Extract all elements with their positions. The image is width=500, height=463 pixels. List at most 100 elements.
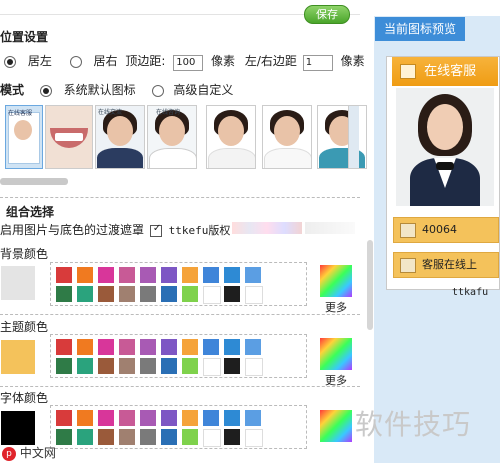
bg-color-swatch[interactable]	[56, 286, 72, 302]
theme-color-swatch[interactable]	[56, 339, 72, 355]
mode-default-radio[interactable]	[39, 84, 52, 97]
theme-color-swatch[interactable]	[77, 339, 93, 355]
bg-color-swatch[interactable]	[98, 267, 114, 283]
font-color-swatch[interactable]	[98, 429, 114, 445]
preview-bar-phone[interactable]: 40064	[393, 217, 499, 243]
mode-custom-label: 高级自定义	[173, 83, 234, 97]
font-color-swatch[interactable]	[224, 410, 240, 426]
bg-more-colors[interactable]	[320, 265, 352, 297]
preview-bar-service[interactable]: 客服在线上	[393, 252, 499, 278]
bg-color-swatch[interactable]	[224, 286, 240, 302]
bg-color-swatch[interactable]	[140, 286, 156, 302]
thumb-4[interactable]: 在线咨询	[147, 105, 197, 169]
theme-color-swatch[interactable]	[203, 358, 221, 376]
bg-color-swatch[interactable]	[161, 286, 177, 302]
thumb-2[interactable]	[45, 105, 93, 169]
font-color-swatch[interactable]	[203, 429, 221, 447]
font-color-swatch[interactable]	[56, 429, 72, 445]
bg-color-swatch[interactable]	[182, 286, 198, 302]
theme-color-palette	[50, 334, 307, 378]
font-color-swatch[interactable]	[140, 429, 156, 445]
bg-color-swatch[interactable]	[77, 267, 93, 283]
font-color-label: 字体颜色	[0, 391, 49, 405]
theme-color-swatch[interactable]	[140, 358, 156, 374]
thumbnails-scrollbar[interactable]	[0, 178, 68, 185]
thumb-6[interactable]	[262, 105, 312, 169]
font-more-colors[interactable]	[320, 410, 352, 442]
font-color-swatch[interactable]	[98, 410, 114, 426]
bg-color-swatch[interactable]	[98, 286, 114, 302]
lr-margin-input[interactable]: 1	[302, 55, 333, 71]
font-color-swatch[interactable]	[119, 429, 135, 445]
font-color-swatch[interactable]	[140, 410, 156, 426]
bg-color-swatch[interactable]	[203, 267, 219, 283]
thumb-3[interactable]: 在线交流	[95, 105, 145, 169]
font-color-swatch[interactable]	[161, 429, 177, 445]
bg-color-swatch[interactable]	[119, 267, 135, 283]
theme-color-swatch[interactable]	[98, 358, 114, 374]
theme-color-swatch[interactable]	[203, 339, 219, 355]
theme-color-swatch[interactable]	[182, 339, 198, 355]
font-color-current[interactable]	[1, 411, 35, 445]
thumb-5[interactable]	[206, 105, 256, 169]
font-color-swatch[interactable]	[77, 429, 93, 445]
logo-text: 中文网	[19, 446, 56, 460]
bg-color-swatch[interactable]	[161, 267, 177, 283]
top-margin-input[interactable]: 100	[173, 55, 204, 71]
font-color-swatch[interactable]	[56, 410, 72, 426]
font-color-swatch[interactable]	[182, 429, 198, 445]
theme-color-swatch[interactable]	[140, 339, 156, 355]
bg-color-swatch[interactable]	[224, 267, 240, 283]
theme-color-swatch[interactable]	[224, 339, 240, 355]
vertical-scrollbar[interactable]	[367, 240, 373, 330]
font-color-swatch[interactable]	[245, 429, 263, 447]
color-gradient-strip-end	[305, 222, 355, 234]
bg-color-swatch[interactable]	[182, 267, 198, 283]
preview-brand: ttkafu	[452, 287, 489, 298]
save-button[interactable]: 保存	[304, 5, 350, 24]
font-color-swatch[interactable]	[182, 410, 198, 426]
font-color-swatch[interactable]	[203, 410, 219, 426]
theme-color-swatch[interactable]	[119, 358, 135, 374]
thumb-1[interactable]: 在线客服	[5, 105, 43, 169]
font-color-swatch[interactable]	[161, 410, 177, 426]
bg-color-swatch[interactable]	[245, 286, 263, 304]
font-color-swatch[interactable]	[77, 410, 93, 426]
font-color-swatch[interactable]	[245, 410, 261, 426]
theme-more-colors[interactable]	[320, 338, 352, 370]
font-color-swatch[interactable]	[119, 410, 135, 426]
theme-color-swatch[interactable]	[245, 339, 261, 355]
checkmark-icon: ✓	[152, 222, 162, 234]
bg-color-swatch[interactable]	[56, 267, 72, 283]
theme-color-current[interactable]	[1, 340, 35, 374]
bg-color-swatch[interactable]	[203, 286, 221, 304]
theme-color-swatch[interactable]	[245, 358, 263, 376]
position-section-title: 位置设置	[0, 30, 49, 44]
theme-color-swatch[interactable]	[77, 358, 93, 374]
top-margin-label: 顶边距:	[125, 54, 166, 68]
theme-color-swatch[interactable]	[161, 358, 177, 374]
bg-color-swatch[interactable]	[77, 286, 93, 302]
preview-bar-phone-label: 40064	[422, 223, 457, 236]
font-color-swatch[interactable]	[224, 429, 240, 445]
brand-checkbox[interactable]: ✓	[149, 222, 162, 237]
bg-more-label[interactable]: 更多	[325, 299, 347, 315]
theme-color-swatch[interactable]	[182, 358, 198, 374]
radio-right[interactable]	[69, 55, 82, 68]
bg-color-swatch[interactable]	[140, 267, 156, 283]
theme-color-swatch[interactable]	[161, 339, 177, 355]
bg-color-current[interactable]	[1, 266, 35, 300]
theme-color-swatch[interactable]	[119, 339, 135, 355]
bg-color-swatch[interactable]	[245, 267, 261, 283]
bg-color-palette	[50, 262, 307, 306]
thumb-7[interactable]	[317, 105, 367, 169]
mode-default-label: 系统默认图标	[63, 83, 136, 97]
bg-color-swatch[interactable]	[119, 286, 135, 302]
theme-color-swatch[interactable]	[56, 358, 72, 374]
mode-custom-radio[interactable]	[151, 84, 164, 97]
theme-color-swatch[interactable]	[224, 358, 240, 374]
thumb-8[interactable]	[348, 105, 359, 169]
preview-tab[interactable]: 当前图标预览	[375, 17, 465, 41]
theme-color-swatch[interactable]	[98, 339, 114, 355]
radio-left[interactable]	[4, 55, 16, 68]
